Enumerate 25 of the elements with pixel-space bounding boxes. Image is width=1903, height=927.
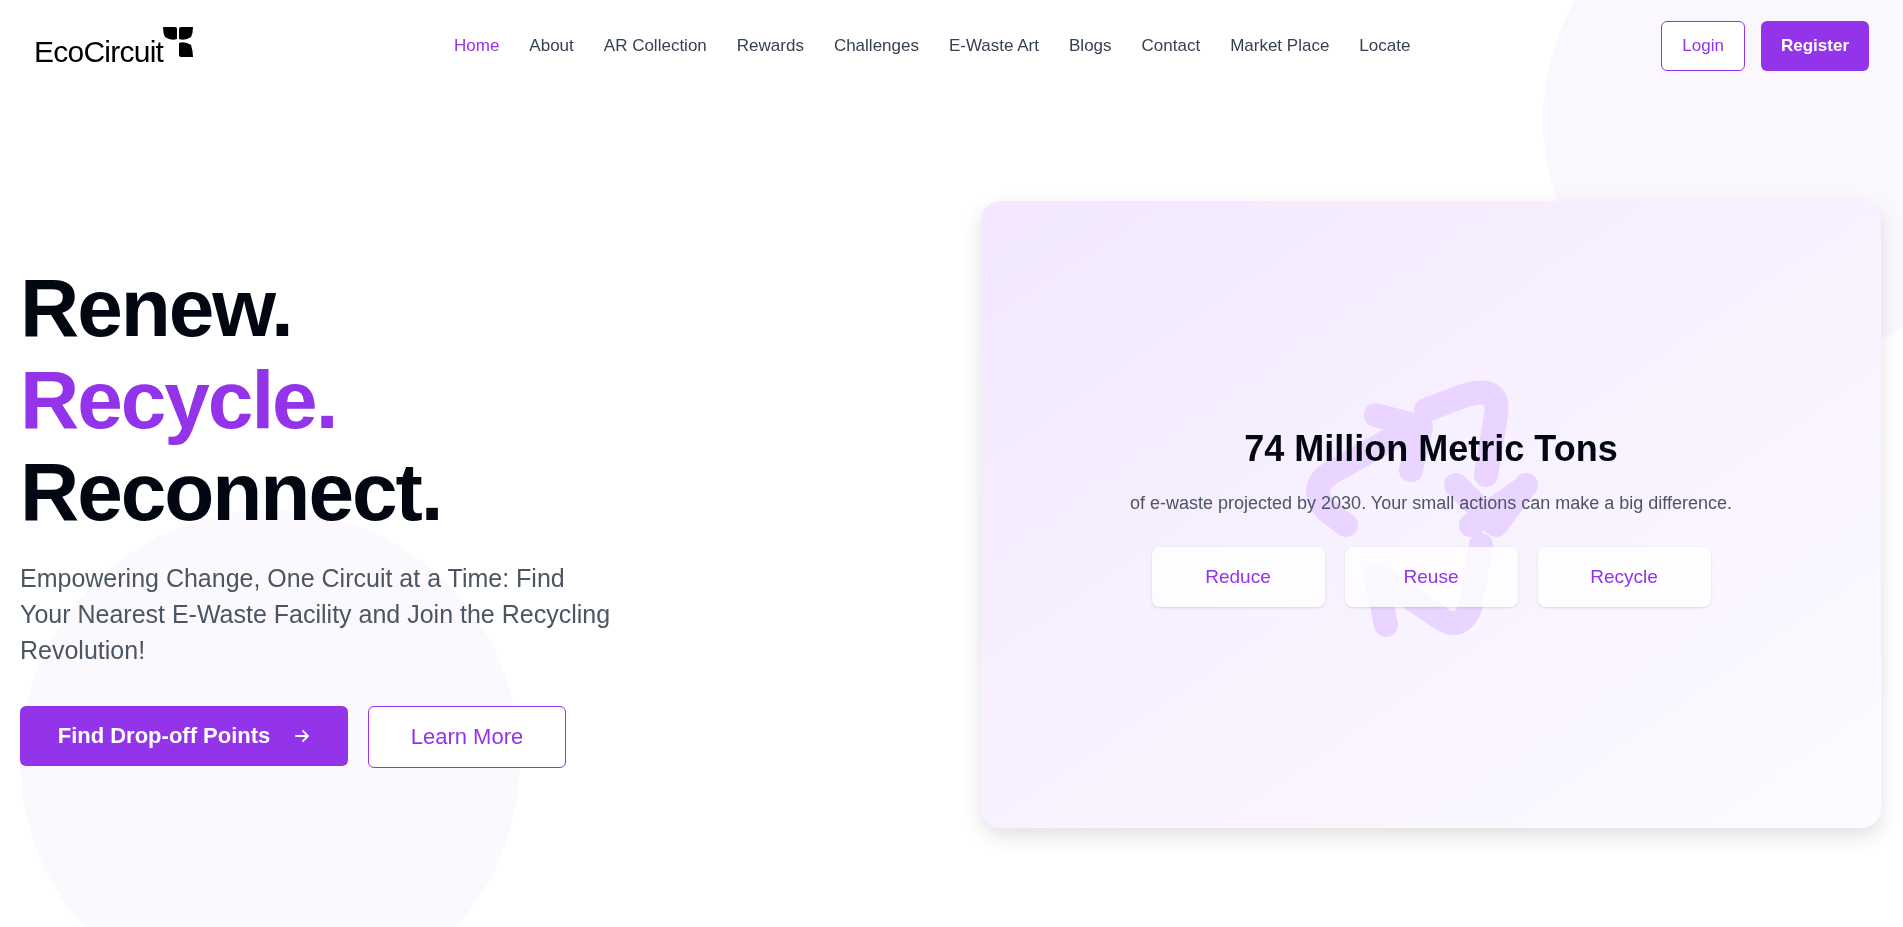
nav-link[interactable]: About (529, 33, 574, 59)
register-button[interactable]: Register (1760, 21, 1869, 71)
action-button[interactable]: Reduce (1151, 547, 1325, 607)
nav-link[interactable]: E-Waste Art (948, 33, 1039, 59)
nav-link[interactable]: Blogs (1069, 33, 1112, 59)
nav-link[interactable]: Market Place (1230, 33, 1330, 59)
arrow-right-icon (294, 727, 311, 744)
stat-title: 74 Million Metric Tons (1244, 427, 1618, 471)
nav-link[interactable]: Locate (1359, 33, 1411, 59)
action-button[interactable]: Reuse (1344, 547, 1518, 607)
nav-link[interactable]: Challenges (833, 33, 919, 59)
nav-link[interactable]: Contact (1141, 33, 1201, 59)
headline-line: Recycle. (20, 353, 338, 446)
action-button[interactable]: Recycle (1537, 547, 1711, 607)
nav-link[interactable]: AR Collection (603, 33, 707, 59)
headline-line: Renew. (20, 261, 293, 354)
nav-link[interactable]: Rewards (736, 33, 804, 59)
headline-line: Reconnect. (20, 445, 443, 538)
nav-link[interactable]: Home (454, 33, 500, 59)
learn-more-button[interactable]: Learn More (368, 705, 566, 768)
logo-text: EcoCircuit (34, 37, 164, 67)
login-button[interactable]: Login (1661, 21, 1745, 71)
hero-subtitle: Empowering Change, One Circuit at a Time: Find Your Nearest E-Waste Facility and Join the Recycling Revolution! (20, 562, 612, 666)
drop-off-button[interactable]: Find Drop-off Points (20, 705, 348, 766)
stat-text: of e-waste projected by 2030. Your small actions can make a big difference. (1130, 492, 1732, 515)
